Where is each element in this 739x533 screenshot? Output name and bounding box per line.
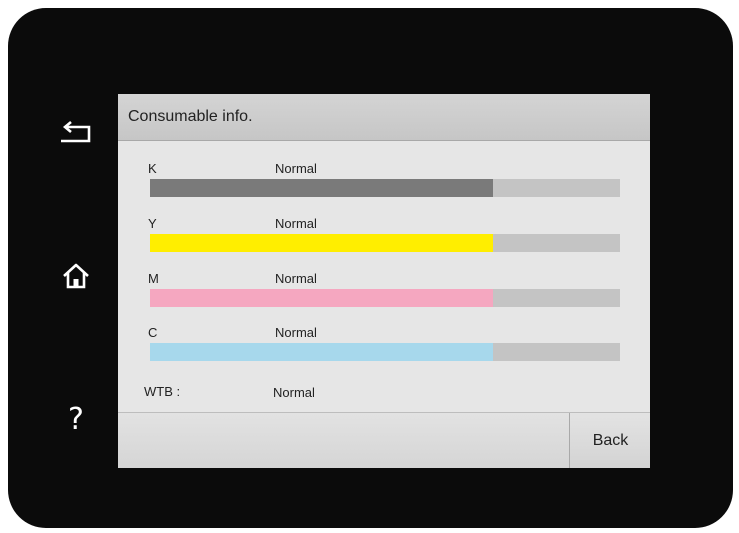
consumable-name: K [148, 161, 157, 176]
title-bar: Consumable info. [118, 94, 650, 141]
back-hard-key[interactable] [48, 106, 104, 162]
lcd-screen: Consumable info. K Normal Y Normal M Nor… [118, 94, 650, 468]
help-icon: ? [68, 402, 84, 437]
level-bar [150, 179, 620, 197]
consumable-y: Y Normal [118, 216, 650, 262]
level-bar-fill [150, 343, 494, 361]
consumable-k: K Normal [118, 161, 650, 207]
home-icon [63, 263, 89, 289]
printer-panel-bezel: ? Consumable info. K Normal Y Normal M N… [8, 8, 733, 528]
bottom-bar: Back [118, 412, 650, 468]
level-bar-fill [150, 234, 494, 252]
consumable-name: C [148, 325, 158, 340]
consumable-name: M [148, 271, 159, 286]
consumable-c: C Normal [118, 325, 650, 371]
level-bar-fill [150, 179, 494, 197]
consumable-status: Normal [275, 216, 317, 231]
level-bar-fill [150, 289, 494, 307]
back-arrow-icon [61, 121, 91, 143]
back-button[interactable]: Back [569, 413, 650, 468]
consumable-status: Normal [275, 325, 317, 340]
consumable-m: M Normal [118, 271, 650, 317]
consumable-status: Normal [275, 271, 317, 286]
level-bar [150, 234, 620, 252]
home-hard-key[interactable] [48, 248, 104, 304]
wtb-label: WTB : [144, 384, 181, 399]
level-bar [150, 343, 620, 361]
consumable-name: Y [148, 216, 157, 231]
consumable-status: Normal [275, 161, 317, 176]
level-bar [150, 289, 620, 307]
wtb-status: Normal [273, 385, 315, 400]
help-hard-key[interactable]: ? [48, 392, 104, 448]
page-title: Consumable info. [128, 108, 253, 125]
